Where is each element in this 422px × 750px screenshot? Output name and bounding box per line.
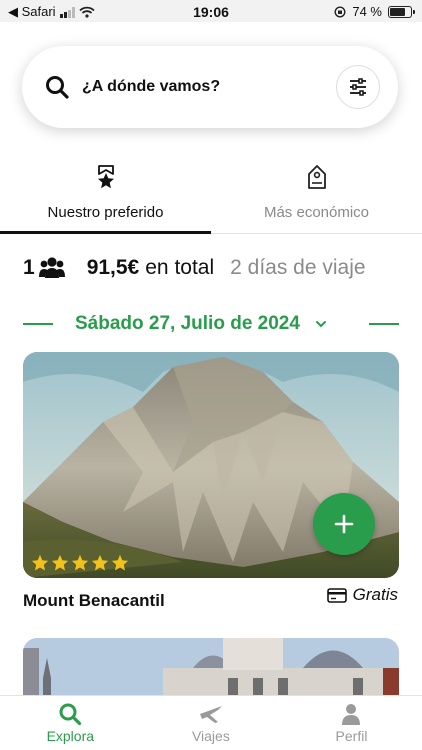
star-ribbon-icon — [97, 165, 114, 189]
nav-label: Perfil — [335, 728, 368, 744]
nav-explora[interactable]: Explora — [0, 696, 141, 750]
day-selector[interactable]: Sábado 27, Julio de 2024 — [23, 312, 399, 336]
price-suffix: en total — [145, 256, 215, 279]
tab-label: Nuestro preferido — [47, 204, 164, 221]
tab-label: Más económico — [263, 204, 370, 221]
filter-button[interactable] — [336, 65, 380, 109]
search-bar[interactable]: ¿A dónde vamos? — [22, 46, 398, 128]
battery-percent: 74 % — [352, 4, 382, 19]
traveler-count: 1 — [23, 256, 35, 279]
airplane-icon — [199, 706, 222, 723]
star-icon — [71, 554, 89, 571]
tab-nuestro-preferido[interactable]: Nuestro preferido — [0, 160, 211, 234]
orientation-lock-icon — [334, 5, 346, 18]
add-to-trip-button[interactable] — [313, 493, 375, 555]
divider-right — [369, 323, 399, 325]
group-icon — [38, 257, 65, 278]
search-placeholder: ¿A dónde vamos? — [82, 78, 221, 95]
price-label: Gratis — [352, 585, 398, 604]
total-price: 91,5€ — [86, 256, 140, 279]
credit-card-icon — [326, 587, 347, 603]
trip-duration: 2 días de viaje — [230, 256, 366, 279]
divider-left — [23, 323, 53, 325]
search-icon — [46, 76, 69, 99]
bottom-nav: Explora Viajes Perfil — [0, 695, 422, 750]
place-title[interactable]: Mount Benacantil — [23, 591, 165, 611]
nav-label: Explora — [46, 728, 95, 744]
tab-mas-economico[interactable]: Más económico — [211, 160, 422, 233]
battery-icon — [388, 5, 415, 18]
chevron-down-icon[interactable] — [314, 317, 328, 331]
day-label: Sábado 27, Julio de 2024 — [75, 313, 300, 334]
nav-label: Viajes — [191, 728, 230, 744]
person-icon — [342, 704, 361, 725]
sliders-icon — [350, 78, 366, 96]
star-icon — [111, 554, 129, 571]
status-bar: ◀ Safari 19:06 74 % — [0, 0, 422, 22]
plus-icon — [334, 514, 354, 534]
price-tag-icon — [307, 165, 326, 189]
nav-viajes[interactable]: Viajes — [141, 696, 282, 750]
sort-tabs: Nuestro preferido Más económico — [0, 160, 422, 234]
rating-stars — [31, 554, 129, 572]
nav-perfil[interactable]: Perfil — [281, 696, 422, 750]
trip-summary: 1 91,5€ en total 2 días de viaje — [23, 256, 366, 280]
search-icon — [59, 703, 82, 726]
star-icon — [91, 554, 109, 571]
star-icon — [31, 554, 49, 571]
star-icon — [51, 554, 69, 571]
place-price: Gratis — [326, 585, 398, 605]
